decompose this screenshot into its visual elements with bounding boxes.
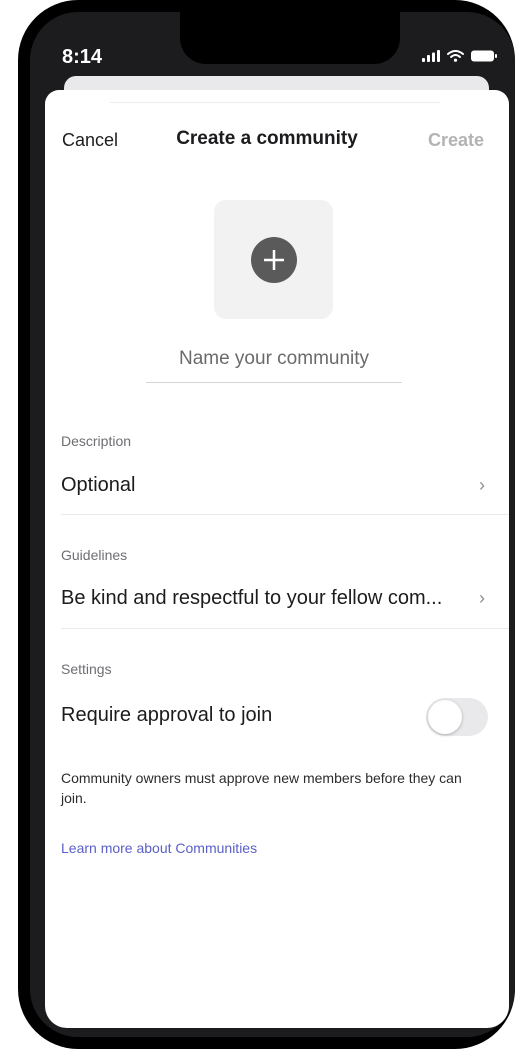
chevron-right-icon: ›: [479, 588, 485, 608]
divider: [61, 514, 509, 515]
guidelines-value: Be kind and respectful to your fellow co…: [61, 587, 443, 609]
learn-more-link[interactable]: Learn more about Communities: [61, 840, 257, 856]
status-time: 8:14: [62, 46, 103, 68]
add-circle-icon: [250, 236, 297, 283]
sheet-handle: [110, 102, 440, 103]
create-community-sheet: Cancel Create a community Create Descrip…: [45, 90, 509, 1028]
community-name-input[interactable]: [146, 348, 402, 383]
chevron-right-icon: ›: [479, 475, 485, 495]
toggle-knob[interactable]: [428, 700, 462, 734]
guidelines-label: Guidelines: [61, 547, 128, 563]
approval-row: Require approval to join: [61, 704, 401, 727]
signal-icon: [422, 50, 440, 62]
status-icons: [422, 50, 497, 62]
community-photo-picker[interactable]: [214, 200, 333, 319]
approval-label: Require approval to join: [61, 704, 273, 726]
description-row[interactable]: Optional ›: [61, 474, 509, 497]
divider: [61, 628, 509, 629]
settings-label: Settings: [61, 661, 112, 677]
approval-toggle[interactable]: [426, 698, 488, 736]
description-value: Optional: [61, 474, 136, 496]
approval-hint: Community owners must approve new member…: [61, 770, 462, 806]
notch: [180, 12, 400, 64]
description-label: Description: [61, 433, 132, 449]
wifi-icon: [447, 50, 464, 62]
guidelines-row[interactable]: Be kind and respectful to your fellow co…: [61, 587, 509, 610]
create-button[interactable]: Create: [428, 130, 484, 151]
battery-icon: [471, 50, 497, 62]
